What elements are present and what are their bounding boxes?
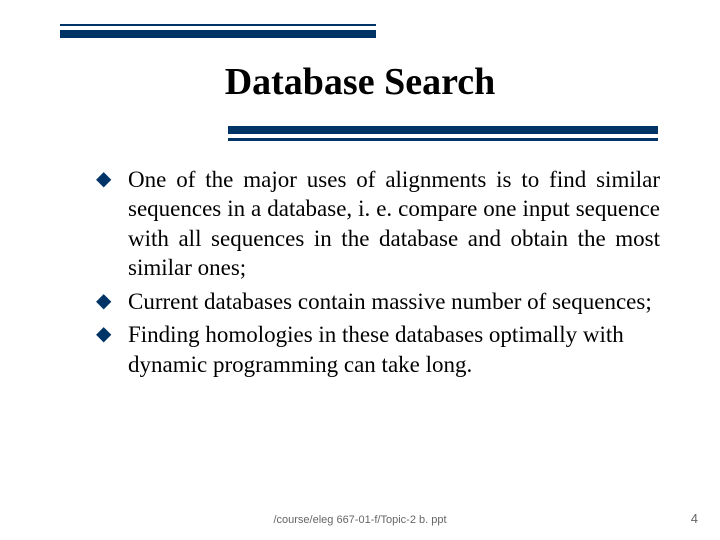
decor-rule-top-thin <box>60 24 376 26</box>
diamond-bullet-icon: ◆ <box>96 289 111 315</box>
bullet-text: Current databases contain massive number… <box>128 289 652 314</box>
decor-rule-top-thick <box>60 30 376 38</box>
list-item: ◆ Current databases contain massive numb… <box>96 287 660 316</box>
list-item: ◆ One of the major uses of alignments is… <box>96 165 660 283</box>
bullet-list: ◆ One of the major uses of alignments is… <box>96 165 660 383</box>
diamond-bullet-icon: ◆ <box>96 167 111 193</box>
slide-title: Database Search <box>0 60 720 104</box>
footer-path: /course/eleg 667-01-f/Topic-2 b. ppt <box>0 514 720 526</box>
list-item: ◆ Finding homologies in these databases … <box>96 320 660 379</box>
bullet-text: Finding homologies in these databases op… <box>128 322 624 376</box>
diamond-bullet-icon: ◆ <box>96 322 111 348</box>
decor-rule-mid-thick <box>228 126 658 134</box>
bullet-text: One of the major uses of alignments is t… <box>128 167 660 280</box>
page-number: 4 <box>691 511 698 526</box>
decor-rule-mid-thin <box>228 138 658 141</box>
